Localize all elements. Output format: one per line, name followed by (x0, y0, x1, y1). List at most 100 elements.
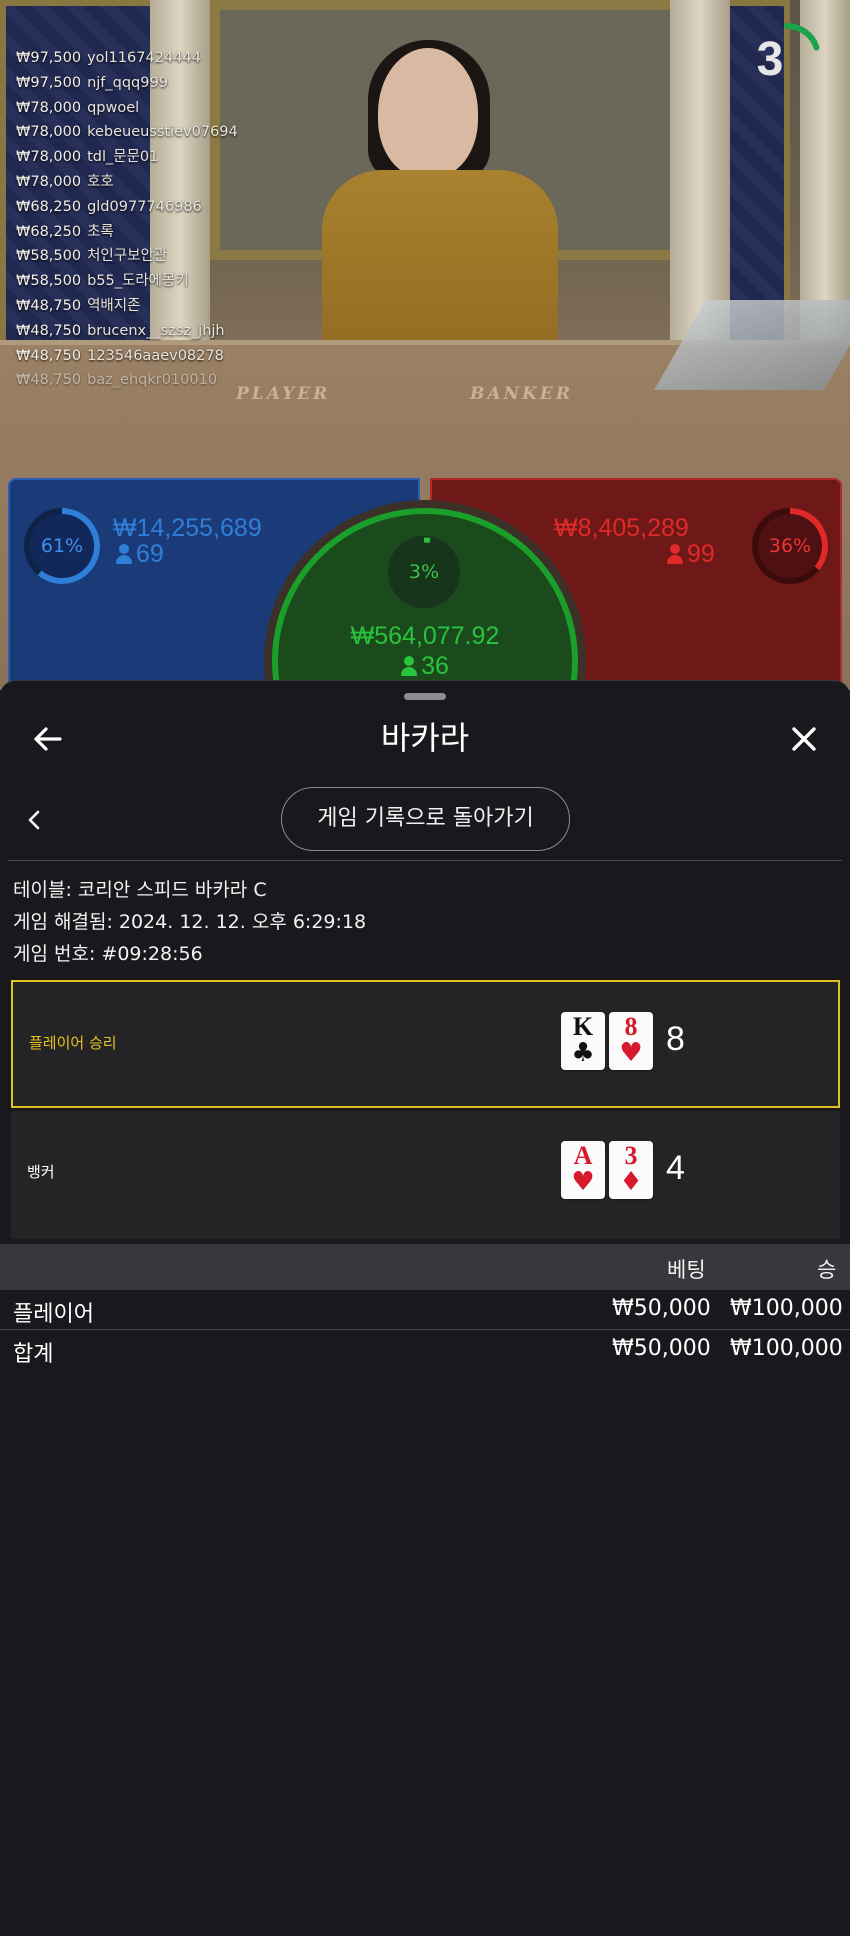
countdown-value: 3 (756, 33, 784, 86)
banker-percent: 36% (768, 535, 812, 557)
total-win-amount: ₩100,000 (730, 1336, 843, 1361)
chat-win-amount: ₩97,500 (16, 74, 82, 91)
total-row: 합계 ₩50,000 ₩100,000 (0, 1330, 850, 1369)
chat-message: ₩48,750 brucenx__szsz_jhjh (16, 319, 238, 344)
chat-win-amount: ₩68,250 (16, 223, 82, 240)
tie-total-amount: ₩564,077.92 (350, 622, 500, 650)
total-bet-amount: ₩50,000 (612, 1336, 711, 1361)
bets-table-header: 베팅 승 (0, 1244, 850, 1290)
chat-message: ₩48,750 123546aaev08278 (16, 344, 238, 369)
player-count-value: 69 (136, 540, 164, 568)
resolved-time-line: 게임 해결됨: 2024. 12. 12. 오후 6:29:18 (13, 911, 367, 933)
player-score: 8 (666, 1020, 685, 1058)
chat-username: 123546aaev08278 (87, 347, 224, 364)
win-amount: ₩100,000 (730, 1296, 843, 1321)
chat-win-amount: ₩58,500 (16, 273, 82, 290)
chat-message: ₩48,750 baz_ehqkr010010 (16, 368, 238, 393)
person-icon (667, 544, 683, 564)
tie-count-value: 36 (421, 652, 449, 680)
chat-win-amount: ₩78,000 (16, 99, 82, 116)
chat-message: ₩78,000 tdl_문문01 (16, 145, 238, 170)
chat-username: brucenx__szsz_jhjh (87, 322, 225, 339)
game-number-line: 게임 번호: #09:28:56 (13, 943, 203, 965)
banker-result-label: 뱅커 (27, 1163, 55, 1181)
diamond-suit-icon: ♦ (619, 1167, 643, 1197)
banker-total-amount: ₩8,405,289 (554, 514, 689, 542)
player-percent-ring: 61% (22, 506, 102, 586)
card-rank: 8 (624, 1012, 638, 1041)
chat-message: ₩68,250 초록 (16, 220, 238, 245)
total-label: 합계 (13, 1342, 54, 1367)
chat-win-amount: ₩48,750 (16, 372, 82, 389)
chat-username: 역배지존 (87, 297, 141, 314)
heart-suit-icon: ♥ (571, 1167, 595, 1197)
sheet-grabber-handle[interactable] (404, 693, 446, 700)
chat-username: b55_도라에몽키 (87, 273, 189, 290)
banker-score: 4 (666, 1149, 685, 1187)
player-total-amount: ₩14,255,689 (113, 514, 262, 542)
chat-username: njf_qqq999 (87, 74, 168, 91)
chat-username: yol1167424444 (87, 50, 201, 66)
chat-message: ₩78,000 호호 (16, 170, 238, 195)
card-rank: A (573, 1141, 593, 1170)
bet-type: 플레이어 (13, 1302, 94, 1327)
player-result-row: 플레이어 승리 K ♣ 8 ♥ 8 (11, 980, 840, 1108)
chat-username: 호호 (87, 173, 114, 190)
chat-username: tdl_문문01 (87, 149, 159, 166)
chat-message: ₩78,000 kebeueusstiev07694 (16, 120, 238, 145)
tie-percent-ring: 3% (388, 536, 460, 608)
tie-count: 36 (278, 652, 572, 681)
chat-username: kebeueusstiev07694 (87, 124, 238, 141)
chat-username: 초록 (87, 223, 114, 240)
chat-win-amount: ₩48,750 (16, 322, 82, 339)
player-card-1: K ♣ (561, 1012, 605, 1070)
live-video: PLAYER BANKER ₩97,500 yol1167424444 ₩97,50… (0, 0, 850, 690)
chat-win-amount: ₩48,750 (16, 347, 82, 364)
table-row: 플레이어 ₩50,000 ₩100,000 (0, 1290, 850, 1329)
divider (8, 860, 842, 861)
chat-message: ₩58,500 처인구보안관 (16, 244, 238, 269)
banker-count: 99 (667, 540, 715, 569)
chat-win-amount: ₩48,750 (16, 297, 82, 314)
banker-card-2: 3 ♦ (609, 1141, 653, 1199)
card-rank: 3 (624, 1141, 638, 1170)
club-suit-icon: ♣ (571, 1038, 595, 1068)
back-to-history-button[interactable]: 게임 기록으로 돌아가기 (281, 787, 570, 851)
chat-feed: ₩97,500 yol1167424444 ₩97,500 njf_qqq999 ₩78… (16, 46, 238, 393)
chat-username: 처인구보안관 (87, 248, 168, 265)
chat-message: ₩48,750 역배지존 (16, 294, 238, 319)
countdown-timer: 3 (752, 22, 822, 92)
chat-message: ₩97,500 njf_qqq999 (16, 71, 238, 96)
player-card-2: 8 ♥ (609, 1012, 653, 1070)
player-result-label: 플레이어 승리 (29, 1034, 117, 1052)
chat-username: qpwoel (87, 99, 140, 116)
bet-amount: ₩50,000 (612, 1296, 711, 1321)
sheet-title: 바카라 (380, 719, 470, 757)
chat-win-amount: ₩78,000 (16, 173, 82, 190)
banker-result-row: 뱅커 A ♥ 3 ♦ 4 (11, 1111, 840, 1239)
chat-message: ₩78,000 qpwoel (16, 96, 238, 121)
player-count: 69 (116, 540, 164, 569)
banker-count-value: 99 (687, 540, 715, 568)
table-name-line: 테이블: 코리안 스피드 바카라 C (13, 879, 267, 901)
felt-player-text: PLAYER (236, 384, 331, 404)
player-percent: 61% (40, 535, 84, 557)
felt-banker-text: BANKER (470, 384, 573, 404)
card-rank: K (572, 1012, 594, 1041)
close-icon[interactable] (786, 721, 822, 757)
chat-win-amount: ₩97,500 (16, 50, 82, 66)
chat-win-amount: ₩58,500 (16, 248, 82, 265)
heart-suit-icon: ♥ (619, 1038, 643, 1068)
dealer-face (378, 48, 478, 178)
person-icon (401, 656, 418, 676)
chat-win-amount: ₩78,000 (16, 149, 82, 166)
chat-message: ₩58,500 b55_도라에몽키 (16, 269, 238, 294)
person-icon (116, 544, 132, 564)
bet-column-header: 베팅 (667, 1258, 706, 1282)
chat-message: ₩97,500 yol1167424444 (16, 46, 238, 71)
tie-percent: 3% (408, 561, 440, 583)
chevron-left-icon[interactable] (24, 807, 46, 833)
banker-card-1: A ♥ (561, 1141, 605, 1199)
chat-message: ₩68,250 gld0977746986 (16, 195, 238, 220)
chat-username: baz_ehqkr010010 (87, 372, 218, 389)
